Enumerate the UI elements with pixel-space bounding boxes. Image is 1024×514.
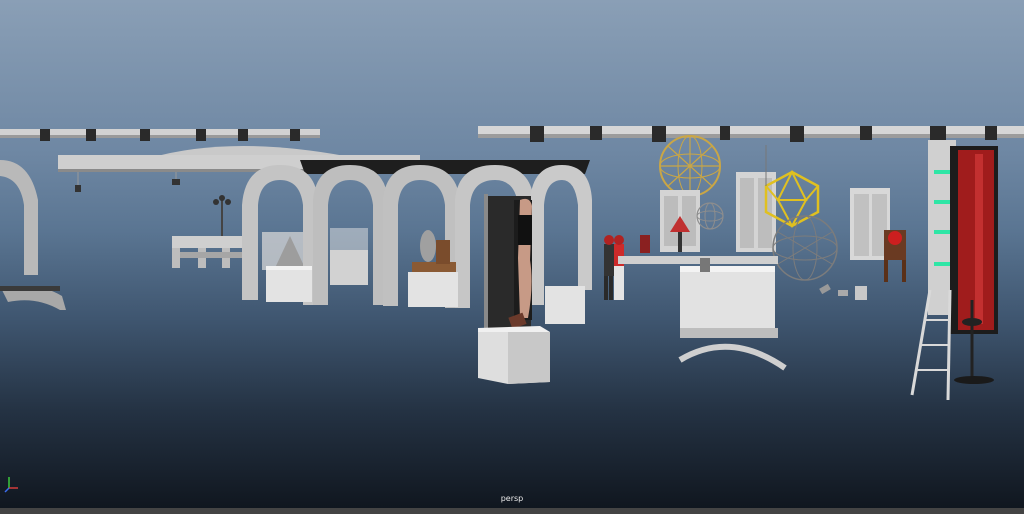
central-pedestal (478, 326, 550, 384)
exhibit-table-right (678, 258, 787, 371)
pews (172, 236, 250, 268)
visitor-figures (604, 235, 624, 300)
candelabra (213, 195, 231, 236)
maya-persp-viewport[interactable]: persp (0, 0, 1024, 514)
left-edge-arch (0, 160, 66, 310)
scene-3d-render[interactable] (0, 0, 1024, 508)
hanging-lamps (75, 172, 180, 192)
red-armchair (884, 230, 906, 282)
small-wire-sphere (696, 202, 724, 230)
z-axis-line (4, 487, 10, 493)
golden-geodesic-sphere (659, 135, 721, 197)
viewport-bottom-border (0, 508, 1024, 514)
camera-name-label: persp (500, 494, 524, 503)
large-wire-sphere (772, 215, 838, 281)
left-ceiling-truss (0, 129, 320, 141)
right-wall-shelves (928, 140, 998, 334)
floor-items (819, 283, 867, 300)
door-panel-figure (484, 194, 532, 334)
right-ceiling-truss (478, 126, 1024, 142)
view-axis-gizmo (3, 474, 21, 494)
